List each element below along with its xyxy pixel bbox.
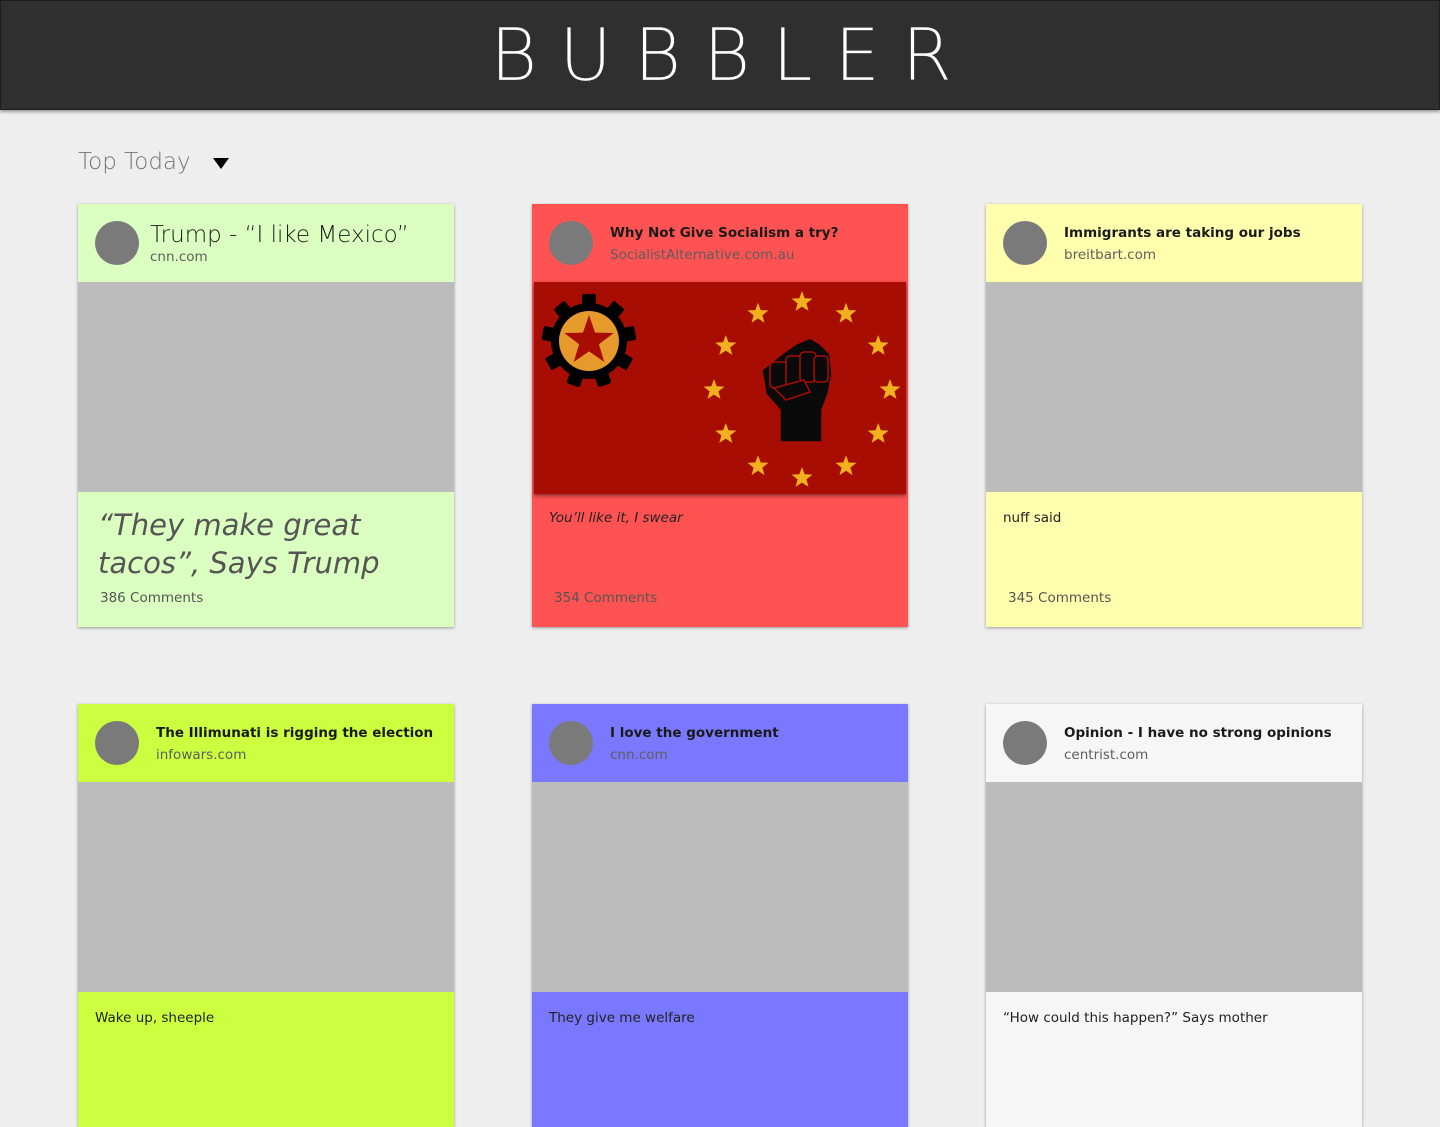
post-card[interactable]: I love the government cnn.com They give … [532,704,908,1127]
card-image-placeholder[interactable] [986,282,1362,492]
card-source[interactable]: breitbart.com [1064,247,1156,263]
sort-dropdown[interactable]: Top Today [78,145,229,179]
card-header: Opinion - I have no strong opinions cent… [986,704,1362,782]
avatar[interactable] [95,721,139,765]
caret-down-icon[interactable] [212,158,229,169]
comments-link[interactable]: 354 Comments [554,590,657,606]
card-source[interactable]: SocialistAlternative.com.au [610,247,794,263]
star-icon [867,423,889,443]
card-description: “They make great tacos”, Says Trump [98,508,380,580]
card-title[interactable]: Why Not Give Socialism a try? [610,225,900,241]
card-header: I love the government cnn.com [532,704,908,782]
gear-icon [541,294,637,387]
card-title[interactable]: Trump - “I like Mexico” [150,221,440,249]
card-header: Why Not Give Socialism a try? SocialistA… [532,204,908,282]
post-card[interactable]: The Illimunati is rigging the election i… [78,704,454,1127]
star-icon [715,423,737,443]
card-image-placeholder[interactable] [532,782,908,992]
card-header: Trump - “I like Mexico” cnn.com [78,204,454,282]
post-card[interactable]: Why Not Give Socialism a try? SocialistA… [532,204,908,627]
raised-fist-icon [761,337,833,443]
star-icon [791,467,813,487]
card-description: You’ll like it, I swear [549,510,683,526]
star-icon [867,335,889,355]
socialist-flag-image[interactable] [534,282,906,494]
avatar[interactable] [1003,221,1047,265]
star-icon [835,455,857,476]
app-header: BUBBLER [0,0,1440,110]
card-title[interactable]: The Illimunati is rigging the election [156,725,446,741]
avatar[interactable] [549,221,593,265]
star-icon [715,335,737,355]
post-card[interactable]: Trump - “I like Mexico” cnn.com “They ma… [78,204,454,627]
card-description: nuff said [1003,510,1062,526]
post-card[interactable]: Opinion - I have no strong opinions cent… [986,704,1362,1127]
card-title[interactable]: Immigrants are taking our jobs [1064,225,1354,241]
avatar[interactable] [1003,721,1047,765]
post-card[interactable]: Immigrants are taking our jobs breitbart… [986,204,1362,627]
card-source[interactable]: centrist.com [1064,747,1148,763]
avatar[interactable] [549,721,593,765]
card-source[interactable]: infowars.com [156,747,246,763]
card-image-placeholder[interactable] [78,282,454,492]
card-source[interactable]: cnn.com [610,747,668,763]
sort-dropdown-label: Top Today [78,149,191,175]
star-icon [747,302,769,323]
star-icon [879,379,901,399]
star-icon [747,455,769,476]
card-header: Immigrants are taking our jobs breitbart… [986,204,1362,282]
card-image-placeholder[interactable] [986,782,1362,992]
card-title[interactable]: Opinion - I have no strong opinions [1064,725,1354,741]
card-header: The Illimunati is rigging the election i… [78,704,454,782]
star-icon [835,302,857,323]
app-logo[interactable]: BUBBLER [1,15,1440,95]
comments-link[interactable]: 386 Comments [100,590,203,606]
star-icon [791,291,813,311]
star-icon [703,379,725,399]
avatar[interactable] [95,221,139,265]
card-source[interactable]: cnn.com [150,249,208,265]
comments-link[interactable]: 345 Comments [1008,590,1111,606]
card-title[interactable]: I love the government [610,725,900,741]
card-image-placeholder[interactable] [78,782,454,992]
